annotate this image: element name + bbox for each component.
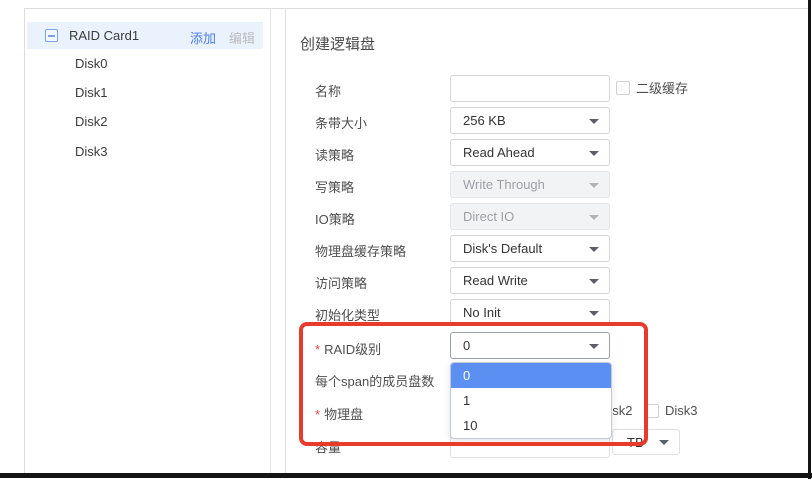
chevron-down-icon <box>589 215 599 220</box>
tree-node-raid-card[interactable]: RAID Card1 添加编辑 <box>27 22 263 49</box>
window-right-edge <box>808 0 811 479</box>
read-policy-select[interactable]: Read Ahead <box>450 139 610 166</box>
name-input[interactable] <box>450 75 610 102</box>
access-policy-select[interactable]: Read Write <box>450 267 610 294</box>
pd-cache-policy-label: 物理盘缓存策略 <box>315 241 406 260</box>
tree-node-disk1[interactable]: Disk1 <box>75 85 108 101</box>
capacity-label: 容量 <box>315 437 341 456</box>
access-policy-label: 访问策略 <box>315 273 367 292</box>
tree-node-label: RAID Card1 <box>69 28 139 43</box>
init-type-value: No Init <box>463 305 501 320</box>
dropdown-option-10[interactable]: 10 <box>451 413 611 438</box>
chevron-down-icon <box>659 440 669 445</box>
pd-cache-policy-value: Disk's Default <box>463 241 542 256</box>
checkbox[interactable] <box>645 404 659 418</box>
stripe-size-value: 256 KB <box>463 113 506 128</box>
io-policy-label: IO策略 <box>315 209 355 228</box>
tree-node-disk2[interactable]: Disk2 <box>75 114 108 130</box>
dropdown-option-0[interactable]: 0 <box>451 363 611 388</box>
raid-config-screen: RAID Card1 添加编辑 Disk0 Disk1 Disk2 Disk3 … <box>0 0 812 479</box>
chevron-down-icon <box>589 279 599 284</box>
stripe-size-label: 条带大小 <box>315 113 367 132</box>
page-title: 创建逻辑盘 <box>300 33 375 54</box>
required-asterisk: * <box>315 407 320 422</box>
chevron-down-icon <box>589 311 599 316</box>
stripe-size-select[interactable]: 256 KB <box>450 107 610 134</box>
panel-left-border <box>285 8 286 473</box>
chevron-down-icon <box>589 119 599 124</box>
name-label: 名称 <box>315 81 341 100</box>
pd-checkbox-disk3[interactable]: Disk3 <box>645 403 698 418</box>
secondary-cache-checkbox[interactable] <box>616 81 630 95</box>
chevron-down-icon <box>589 247 599 252</box>
access-policy-value: Read Write <box>463 273 528 288</box>
span-members-label: 每个span的成员盘数 <box>315 371 434 390</box>
io-policy-value: Direct IO <box>463 209 514 224</box>
write-policy-select: Write Through <box>450 171 610 198</box>
required-asterisk: * <box>315 342 320 357</box>
collapse-icon[interactable] <box>45 29 58 42</box>
pd-cache-policy-select[interactable]: Disk's Default <box>450 235 610 262</box>
capacity-unit-select[interactable]: TB <box>612 429 680 455</box>
raid-level-dropdown: 0 1 10 <box>450 362 612 439</box>
capacity-unit-value: TB <box>627 435 644 450</box>
tree-node-disk0[interactable]: Disk0 <box>75 56 108 72</box>
tree-node-disk3[interactable]: Disk3 <box>75 144 108 160</box>
chevron-down-icon <box>589 183 599 188</box>
pd-label-disk3: Disk3 <box>665 403 698 418</box>
raid-level-select[interactable]: 0 <box>450 332 610 359</box>
window-bottom-edge <box>0 473 812 478</box>
secondary-cache-label: 二级缓存 <box>636 78 688 97</box>
read-policy-label: 读策略 <box>315 145 354 164</box>
read-policy-value: Read Ahead <box>463 145 535 160</box>
raid-level-label: *RAID级别 <box>315 339 381 358</box>
init-type-select[interactable]: No Init <box>450 299 610 326</box>
write-policy-value: Write Through <box>463 177 545 192</box>
io-policy-select: Direct IO <box>450 203 610 230</box>
physical-disks-label: *物理盘 <box>315 404 363 423</box>
left-border-line <box>24 8 25 473</box>
add-link[interactable]: 添加 <box>190 31 216 46</box>
chevron-down-icon <box>589 151 599 156</box>
top-border-line <box>24 8 808 9</box>
chevron-down-icon <box>589 344 599 349</box>
write-policy-label: 写策略 <box>315 177 354 196</box>
raid-level-value: 0 <box>463 338 470 353</box>
dropdown-option-1[interactable]: 1 <box>451 388 611 413</box>
sidebar-divider <box>270 8 271 473</box>
init-type-label: 初始化类型 <box>315 305 380 324</box>
edit-link[interactable]: 编辑 <box>229 31 255 46</box>
